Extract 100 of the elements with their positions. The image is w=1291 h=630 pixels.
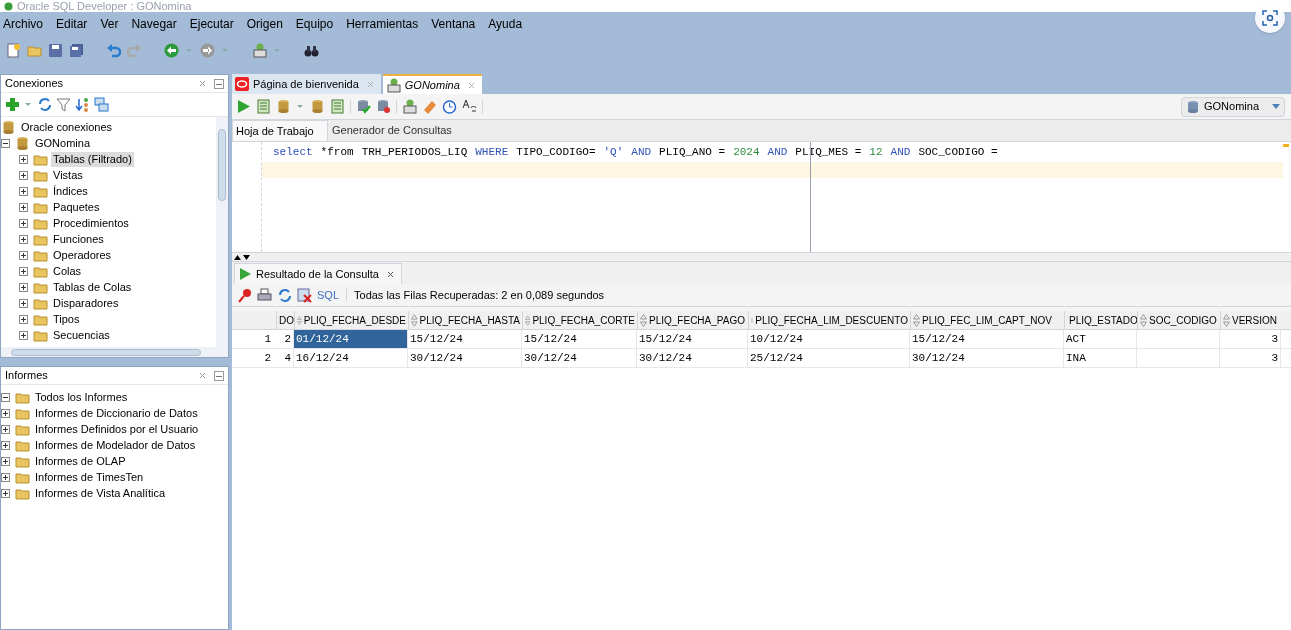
tree-item[interactable]: Oracle conexiones [19,119,115,135]
tree-item[interactable]: Operadores [51,247,114,263]
close-icon[interactable] [199,372,206,379]
table-cell[interactable]: 15/12/24 [637,330,748,348]
tree-item[interactable]: Secuencias [51,327,112,343]
clock-icon[interactable] [442,99,457,114]
splitter-arrows-icon[interactable] [234,253,250,261]
expand-toggle-icon[interactable] [1,472,10,482]
table-cell[interactable]: 25/12/24 [748,349,910,367]
eraser-icon[interactable] [422,99,437,114]
save-all-icon[interactable] [69,42,84,58]
close-icon[interactable] [199,80,206,87]
add-icon[interactable] [5,97,20,112]
column-header[interactable]: PLIQ_FEC_LIM_CAPT_NOV [910,311,1064,329]
expand-toggle-icon[interactable] [1,456,10,466]
table-cell[interactable]: 01/12/24 [294,330,408,348]
print-icon[interactable] [257,287,272,303]
tree-item[interactable]: GONomina [33,135,93,151]
expand-toggle-icon[interactable] [1,424,10,434]
tree-item[interactable]: Índices [51,183,90,199]
expand-toggle-icon[interactable] [19,218,28,228]
forward-icon[interactable] [200,42,215,58]
expand-toggle-icon[interactable] [19,202,28,212]
connection-dropdown[interactable]: GONomina [1181,96,1285,117]
column-header[interactable]: PLIQ_FECHA_HASTA [408,311,522,329]
table-cell[interactable]: 30/12/24 [910,349,1064,367]
table-cell[interactable]: INA [1064,349,1137,367]
tree-item[interactable]: Informes de Diccionario de Datos [33,405,200,421]
column-header[interactable]: PLIQ_ESTADO [1064,311,1137,329]
table-cell[interactable]: 4 [276,349,294,367]
minimize-icon[interactable] [214,370,224,381]
tree-item[interactable]: Informes de TimesTen [33,469,146,485]
sql-link[interactable]: SQL [317,286,339,304]
menu-item[interactable]: Navegar [130,15,178,33]
database-undo-icon[interactable] [376,99,391,114]
expand-toggle-icon[interactable] [19,154,28,164]
sql-worksheet-icon[interactable] [402,99,417,114]
expand-toggle-icon[interactable] [19,298,28,308]
menu-item[interactable]: Ayuda [487,15,524,33]
filter-icon[interactable] [56,97,71,112]
editor-tab[interactable]: Página de bienvenida [232,74,381,94]
table-cell[interactable]: 3 [1220,349,1281,367]
new-file-icon[interactable] [6,42,21,58]
column-header[interactable]: SOC_CODIGO [1137,311,1220,329]
menu-item[interactable]: Archivo [2,15,44,33]
collapse-toggle-icon[interactable] [1,138,10,148]
tree-item[interactable]: Informes Definidos por el Usuario [33,421,201,437]
save-icon[interactable] [48,42,63,58]
delete-icon[interactable] [297,287,312,303]
expand-toggle-icon[interactable] [19,266,28,276]
sort-icon[interactable] [75,97,90,112]
tree-item[interactable]: Paquetes [51,199,102,215]
expand-toggle-icon[interactable] [19,170,28,180]
expand-toggle-icon[interactable] [19,330,28,340]
scrollbar[interactable] [1,347,228,357]
table-cell[interactable]: 15/12/24 [910,330,1064,348]
expand-toggle-icon[interactable] [19,234,28,244]
expand-toggle-icon[interactable] [1,408,10,418]
tree-item[interactable]: Tablas (Filtrado) [51,151,134,167]
table-cell[interactable]: 10/12/24 [748,330,910,348]
database-icon[interactable] [276,99,291,114]
tree-item[interactable]: Informes de Vista Analítica [33,485,168,501]
worksheet-tab[interactable]: Generador de Consultas [328,120,456,141]
expand-toggle-icon[interactable] [1,440,10,450]
menu-item[interactable]: Herramientas [345,15,420,33]
tree-item[interactable]: Informes de Modelador de Datos [33,437,198,453]
editor-tab[interactable]: GONomina [382,74,482,94]
collapse-toggle-icon[interactable] [1,392,10,402]
tree-item[interactable]: Tipos [51,311,82,327]
close-icon[interactable] [386,270,394,278]
menu-item[interactable]: Editar [55,15,89,33]
column-header[interactable]: DO [276,311,294,329]
refresh-icon[interactable] [37,97,52,112]
sql-code-line[interactable]: select *from TRH_PERIODOS_LIQ WHERE TIPO_CODIGO= 'Q' AND PLIQ_ANO = 2024 AND PLIQ_MES = 12 AND SOC_CODIGO = [262,142,1283,162]
tree-item[interactable]: Colas [51,263,84,279]
pin-icon[interactable] [237,287,252,303]
menu-item[interactable]: Ver [99,15,120,33]
collapse-icon[interactable] [94,97,109,112]
column-header[interactable]: PLIQ_FECHA_DESDE [294,311,408,329]
sql-worksheet-icon[interactable] [252,42,267,58]
tree-item[interactable]: Todos los Informes [33,389,130,405]
database-check-icon[interactable] [356,99,371,114]
run-icon[interactable] [236,99,251,114]
column-header[interactable]: PLIQ_FECHA_LIM_DESCUENTO [748,311,910,329]
tree-item[interactable]: Procedimientos [51,215,131,231]
table-cell[interactable]: 16/12/24 [294,349,408,367]
menu-item[interactable]: Equipo [294,15,335,33]
expand-toggle-icon[interactable] [19,282,28,292]
table-cell[interactable]: 15/12/24 [408,330,522,348]
back-icon[interactable] [164,42,179,58]
table-cell[interactable]: 30/12/24 [522,349,637,367]
tree-item[interactable]: Vistas [51,167,85,183]
undo-icon[interactable] [106,42,121,58]
menu-item[interactable]: Origen [245,15,284,33]
table-cell[interactable]: 30/12/24 [408,349,522,367]
worksheet-tab[interactable]: Hoja de Trabajo [232,120,328,141]
menu-item[interactable]: Ejecutar [188,15,235,33]
table-cell[interactable]: ACT [1064,330,1137,348]
expand-toggle-icon[interactable] [19,250,28,260]
scrollbar[interactable] [216,117,228,347]
